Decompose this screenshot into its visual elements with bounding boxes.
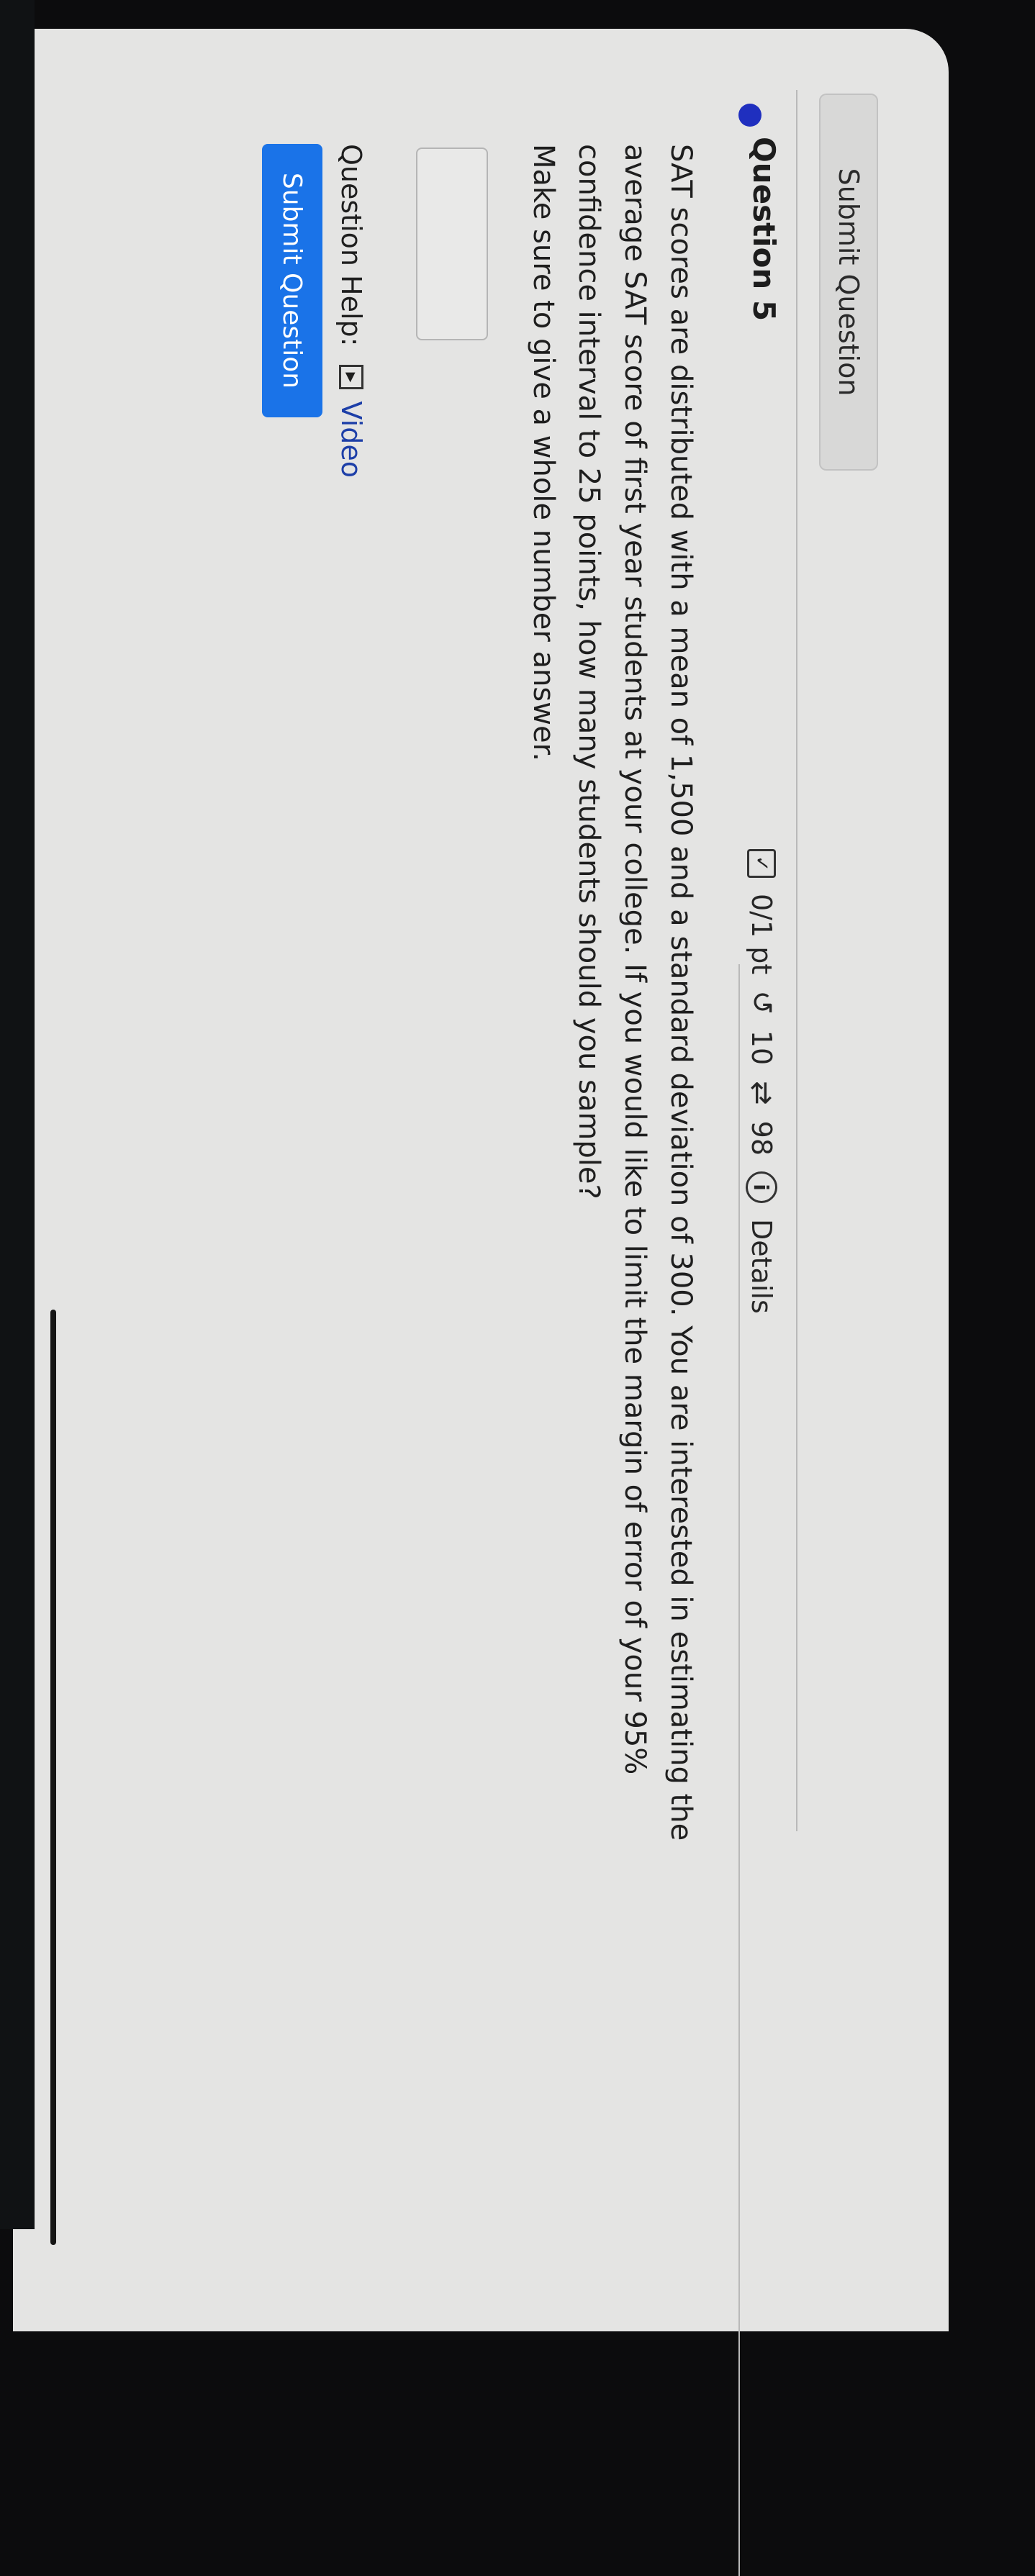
rotated-photo: Submit Question Question 5 ✓ 0/1 pt ↺ 10… <box>0 0 1035 2576</box>
attempts-value: 98 <box>746 1120 777 1156</box>
repeat-icon: ⇄ <box>745 1081 778 1105</box>
question-meta: ✓ 0/1 pt ↺ 10 ⇄ 98 i Details <box>740 849 783 1314</box>
answer-instruction: Make sure to give a whole number answer. <box>527 144 560 762</box>
question-help-label: Question Help: <box>335 144 367 347</box>
browser-viewport: Submit Question Question 5 ✓ 0/1 pt ↺ 10… <box>13 29 949 2576</box>
score-value: 0/1 pt <box>746 894 777 975</box>
divider <box>796 90 797 1831</box>
answer-input[interactable] <box>416 148 488 340</box>
submit-question-button[interactable]: Submit Question <box>262 144 322 417</box>
question-title: Question 5 <box>746 137 782 322</box>
meta-divider <box>738 964 740 2576</box>
undo-icon: ↺ <box>745 990 778 1015</box>
video-link[interactable]: Video <box>335 401 367 477</box>
info-icon[interactable]: i <box>746 1171 777 1204</box>
bezel <box>0 0 35 2229</box>
checkbox-icon: ✓ <box>747 849 776 878</box>
retries-value: 10 <box>746 1030 777 1066</box>
cable <box>50 1310 56 2245</box>
question-help: Question Help: ▶ Video <box>335 144 367 478</box>
score-group: ✓ <box>747 849 776 878</box>
question-status-dot <box>738 104 761 127</box>
details-link[interactable]: Details <box>746 1219 777 1314</box>
question-text: SAT scores are distributed with a mean o… <box>572 144 697 1841</box>
submit-question-button-top[interactable]: Submit Question <box>819 94 878 471</box>
play-icon[interactable]: ▶ <box>339 365 363 390</box>
